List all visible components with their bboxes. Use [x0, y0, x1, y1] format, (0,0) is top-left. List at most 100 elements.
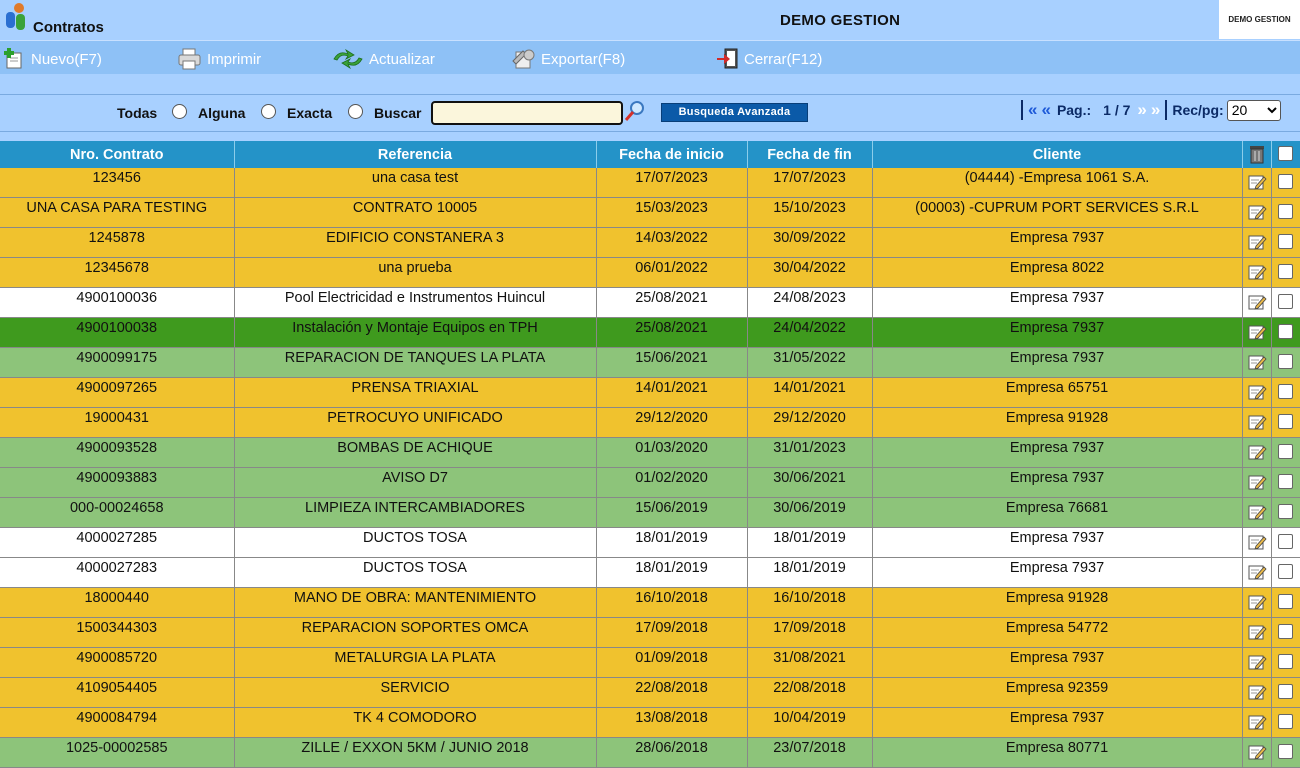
row-checkbox[interactable] [1278, 294, 1293, 309]
col-header-nro[interactable]: Nro. Contrato [0, 141, 235, 168]
pager-last-button[interactable]: » [1149, 100, 1162, 120]
client-cell: (00003) -CUPRUM PORT SERVICES S.R.L [872, 197, 1243, 228]
edit-pencil-icon[interactable] [1247, 743, 1267, 761]
edit-pencil-icon[interactable] [1247, 623, 1267, 641]
row-checkbox[interactable] [1278, 684, 1293, 699]
row-checkbox[interactable] [1278, 624, 1293, 639]
per-page-select[interactable]: 20 [1226, 99, 1281, 121]
edit-pencil-icon[interactable] [1247, 383, 1267, 401]
row-checkbox[interactable] [1278, 504, 1293, 519]
select-cell [1271, 527, 1300, 558]
edit-pencil-icon[interactable] [1247, 293, 1267, 311]
print-button[interactable]: Imprimir [177, 48, 261, 70]
magnifier-icon[interactable] [624, 100, 646, 122]
end-date-cell: 30/04/2022 [747, 257, 873, 288]
row-checkbox[interactable] [1278, 354, 1293, 369]
table-row[interactable]: 123456 una casa test 17/07/2023 17/07/2023(… [0, 168, 1300, 198]
edit-pencil-icon[interactable] [1247, 203, 1267, 221]
table-row[interactable]: 4900085720 METALURGIA LA PLATA 01/09/2018 3… [0, 647, 1300, 678]
export-button[interactable]: Exportar(F8) [511, 49, 625, 69]
advanced-search-button[interactable]: Busqueda Avanzada [661, 103, 808, 122]
search-input[interactable] [431, 101, 623, 125]
option-all-radio[interactable] [172, 104, 187, 119]
edit-pencil-icon[interactable] [1247, 653, 1267, 671]
client-cell: Empresa 7937 [872, 437, 1243, 468]
table-row[interactable]: 4900100038 Instalación y Montaje Equipos … [0, 317, 1300, 348]
select-all-checkbox[interactable] [1278, 146, 1293, 161]
edit-pencil-icon[interactable] [1247, 713, 1267, 731]
table-row[interactable]: 4900097265 PRENSA TRIAXIAL 14/01/2021 14/01… [0, 377, 1300, 408]
table-row[interactable]: UNA CASA PARA TESTING CONTRATO 10005 15/03… [0, 197, 1300, 228]
table-row[interactable]: 4900100036 Pool Electricidad e Instrument… [0, 287, 1300, 318]
edit-pencil-icon[interactable] [1247, 503, 1267, 521]
contract-number-cell: 4900084794 [0, 707, 235, 738]
row-checkbox[interactable] [1278, 414, 1293, 429]
table-row[interactable]: 4900093883 AVISO D7 01/02/2020 30/06/2021 Em… [0, 467, 1300, 498]
row-checkbox[interactable] [1278, 564, 1293, 579]
end-date-cell: 14/01/2021 [747, 377, 873, 408]
table-row[interactable]: 4900099175 REPARACION DE TANQUES LA PLATA… [0, 347, 1300, 378]
contract-number-cell: 123456 [0, 168, 235, 198]
table-row[interactable]: 12345678 una prueba 06/01/2022 30/04/2022 Em… [0, 257, 1300, 288]
row-checkbox[interactable] [1278, 204, 1293, 219]
edit-pencil-icon[interactable] [1247, 413, 1267, 431]
table-row[interactable]: 4000027283 DUCTOS TOSA 18/01/2019 18/01/201… [0, 557, 1300, 588]
edit-pencil-icon[interactable] [1247, 233, 1267, 251]
edit-pencil-icon[interactable] [1247, 593, 1267, 611]
row-checkbox[interactable] [1278, 174, 1293, 189]
pager-next-button[interactable]: » [1135, 100, 1148, 120]
table-row[interactable]: 4000027285 DUCTOS TOSA 18/01/2019 18/01/201… [0, 527, 1300, 558]
row-checkbox[interactable] [1278, 324, 1293, 339]
select-cell [1271, 347, 1300, 378]
start-date-cell: 25/08/2021 [596, 317, 748, 348]
contract-number-cell: 4000027285 [0, 527, 235, 558]
company-name: DEMO GESTION [780, 12, 901, 29]
edit-cell [1242, 527, 1272, 558]
row-checkbox[interactable] [1278, 264, 1293, 279]
row-checkbox[interactable] [1278, 744, 1293, 759]
table-row[interactable]: 4900093528 BOMBAS DE ACHIQUE 01/03/2020 31/… [0, 437, 1300, 468]
contract-number-cell: 4109054405 [0, 677, 235, 708]
end-date-cell: 17/07/2023 [747, 168, 873, 198]
edit-pencil-icon[interactable] [1247, 443, 1267, 461]
col-header-cliente[interactable]: Cliente [872, 141, 1243, 168]
row-checkbox[interactable] [1278, 534, 1293, 549]
row-checkbox[interactable] [1278, 714, 1293, 729]
table-row[interactable]: 4900084794 TK 4 COMODORO 13/08/2018 10/04/2… [0, 707, 1300, 738]
delete-selected-button[interactable] [1242, 141, 1272, 168]
reference-cell: SERVICIO [234, 677, 597, 708]
table-row[interactable]: 1500344303 REPARACION SOPORTES OMCA 17/09/… [0, 617, 1300, 648]
edit-pencil-icon[interactable] [1247, 353, 1267, 371]
edit-pencil-icon[interactable] [1247, 533, 1267, 551]
col-header-fin[interactable]: Fecha de fin [747, 141, 873, 168]
close-button[interactable]: Cerrar(F12) [716, 48, 822, 69]
edit-pencil-icon[interactable] [1247, 173, 1267, 191]
row-checkbox[interactable] [1278, 234, 1293, 249]
pager-prev-button[interactable]: « [1039, 100, 1052, 120]
table-row[interactable]: 1245878 EDIFICIO CONSTANERA 3 14/03/2022 30… [0, 227, 1300, 258]
table-row[interactable]: 19000431 PETROCUYO UNIFICADO 29/12/2020 29/… [0, 407, 1300, 438]
row-checkbox[interactable] [1278, 474, 1293, 489]
table-row[interactable]: 1025-00002585 ZILLE / EXXON 5KM / JUNIO 2… [0, 737, 1300, 768]
edit-pencil-icon[interactable] [1247, 473, 1267, 491]
option-any-radio[interactable] [261, 104, 276, 119]
edit-pencil-icon[interactable] [1247, 563, 1267, 581]
refresh-button[interactable]: Actualizar [331, 49, 435, 69]
edit-pencil-icon[interactable] [1247, 323, 1267, 341]
end-date-cell: 31/01/2023 [747, 437, 873, 468]
row-checkbox[interactable] [1278, 444, 1293, 459]
start-date-cell: 16/10/2018 [596, 587, 748, 618]
edit-pencil-icon[interactable] [1247, 263, 1267, 281]
new-button[interactable]: Nuevo(F7) [3, 48, 102, 69]
edit-pencil-icon[interactable] [1247, 683, 1267, 701]
row-checkbox[interactable] [1278, 594, 1293, 609]
col-header-referencia[interactable]: Referencia [234, 141, 597, 168]
col-header-inicio[interactable]: Fecha de inicio [596, 141, 748, 168]
row-checkbox[interactable] [1278, 384, 1293, 399]
table-row[interactable]: 000-00024658 LIMPIEZA INTERCAMBIADORES 15/… [0, 497, 1300, 528]
pager-first-button[interactable]: « [1026, 100, 1039, 120]
row-checkbox[interactable] [1278, 654, 1293, 669]
option-exact-radio[interactable] [348, 104, 363, 119]
table-row[interactable]: 18000440 MANO DE OBRA: MANTENIMIENTO 16/10… [0, 587, 1300, 618]
table-row[interactable]: 4109054405 SERVICIO 22/08/2018 22/08/2018 Em… [0, 677, 1300, 708]
